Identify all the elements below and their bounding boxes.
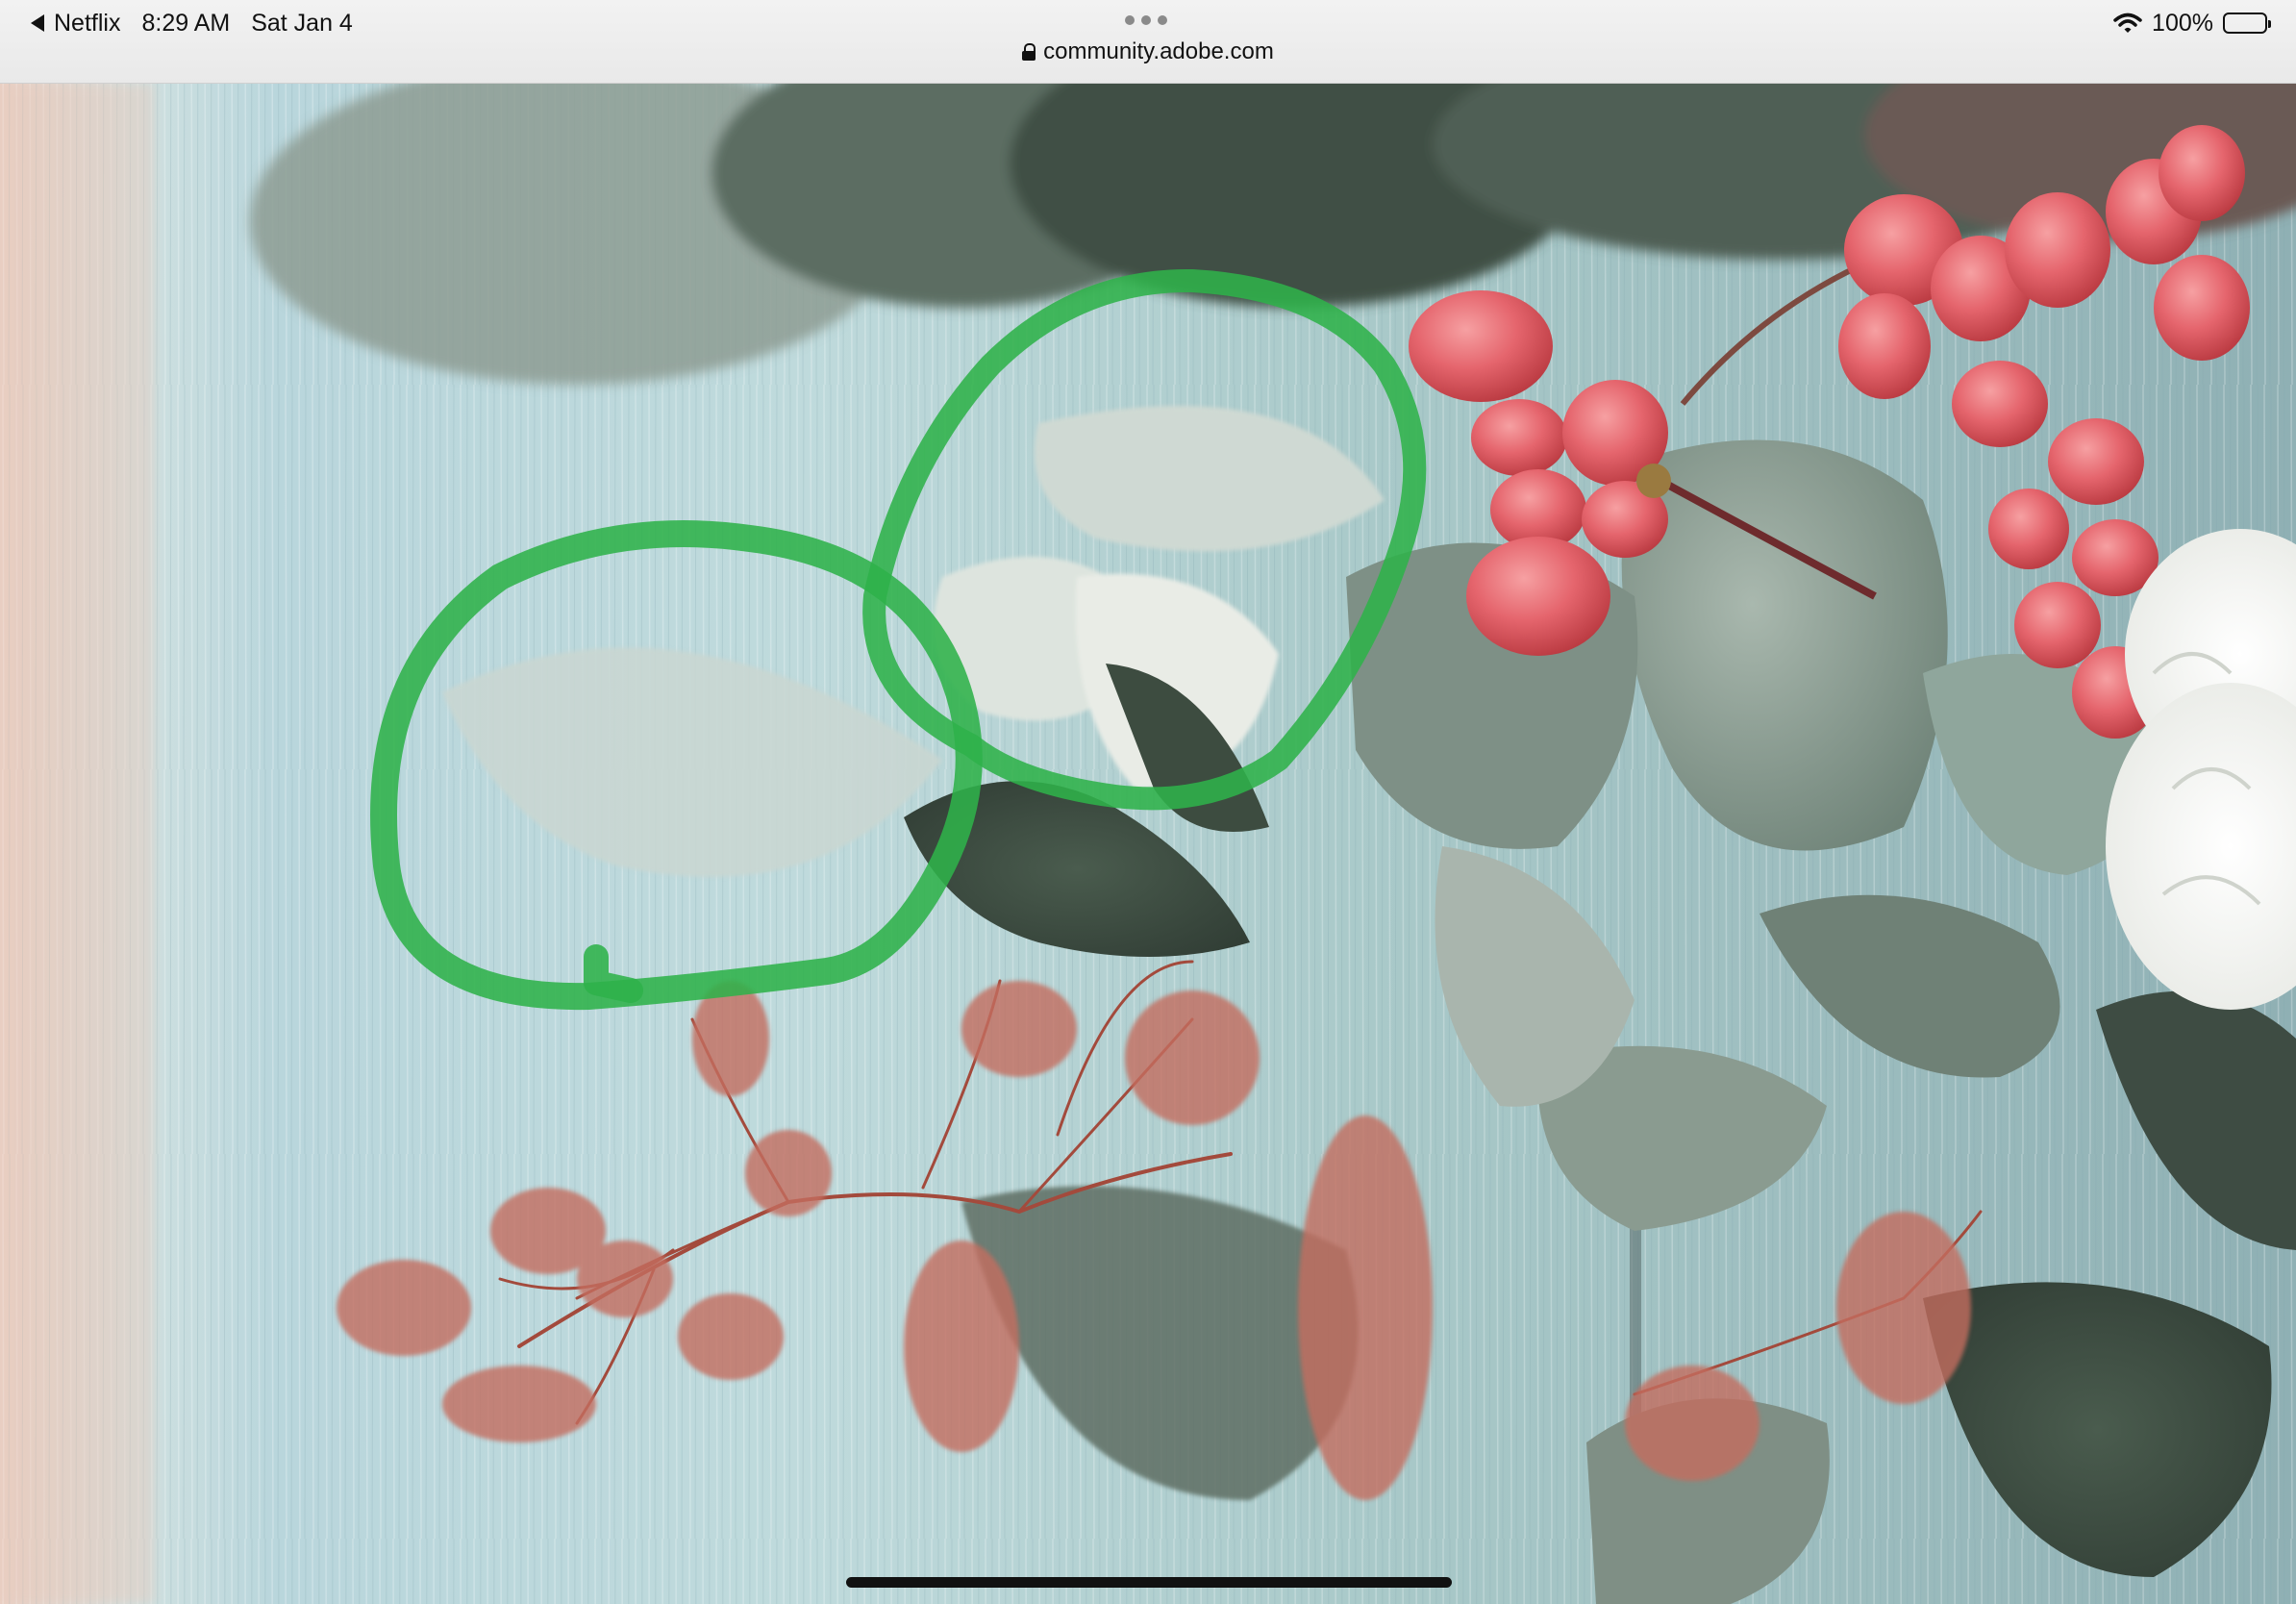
url-text[interactable]: community.adobe.com (1043, 38, 1274, 65)
back-app-label[interactable]: Netflix (54, 10, 120, 38)
status-indicators: 100% (2113, 6, 2271, 40)
more-dots-icon[interactable] (1125, 15, 1167, 25)
lock-icon (1022, 43, 1036, 61)
clock-time: 8:29 AM (141, 9, 231, 37)
wifi-icon (2113, 13, 2142, 33)
flower-photo (0, 83, 2296, 1604)
status-bar: Netflix 8:29 AM Sat Jan 4 community.adob… (0, 0, 2296, 84)
battery-icon (2223, 13, 2271, 34)
back-triangle-icon[interactable] (31, 14, 44, 32)
back-to-app[interactable]: Netflix 8:29 AM Sat Jan 4 (31, 6, 353, 40)
clock-date: Sat Jan 4 (251, 9, 353, 37)
home-indicator[interactable] (846, 1577, 1452, 1588)
screen: Netflix 8:29 AM Sat Jan 4 community.adob… (0, 0, 2296, 1604)
battery-percent: 100% (2152, 9, 2213, 37)
url-bar[interactable]: community.adobe.com (0, 37, 2296, 67)
